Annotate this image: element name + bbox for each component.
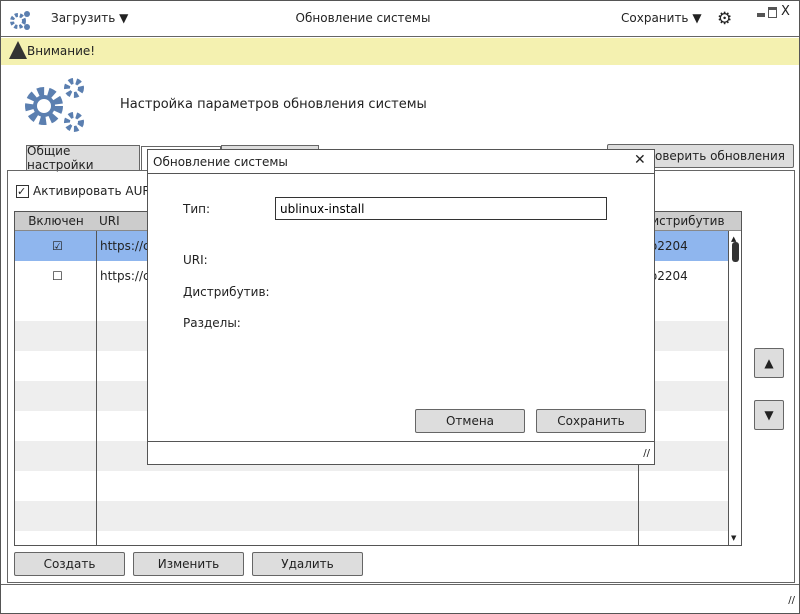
minimize-icon[interactable] — [757, 13, 765, 17]
col-divider — [96, 231, 97, 545]
tab-label: Общие настройки — [27, 144, 94, 172]
move-down-button[interactable]: ▼ — [754, 400, 784, 430]
save-menu[interactable]: Сохранить ▼ — [621, 11, 702, 25]
aur-label: Активировать AUR — [33, 184, 151, 198]
tab-general[interactable]: Общие настройки — [26, 144, 140, 172]
window-title: Обновление системы — [295, 11, 431, 25]
col-uri[interactable]: URI — [99, 214, 120, 228]
edit-button[interactable]: Изменить — [133, 552, 244, 576]
resize-grip-icon[interactable]: // — [788, 595, 795, 606]
dialog-close-icon[interactable]: ✕ — [634, 152, 646, 168]
move-up-button[interactable]: ▲ — [754, 348, 784, 378]
enabled-checkbox-unchecked[interactable]: ☐ — [15, 261, 97, 291]
col-enabled[interactable]: Включен — [15, 214, 97, 228]
type-input[interactable] — [275, 197, 607, 220]
header-title: Настройка параметров обновления системы — [120, 97, 427, 112]
dialog-save-button[interactable]: Сохранить — [536, 409, 646, 433]
warning-icon — [9, 41, 27, 59]
aur-checkbox[interactable]: ✓ Активировать AUR — [16, 184, 151, 198]
header-gears-icon — [25, 78, 84, 132]
dist-label: Дистрибутив: — [183, 285, 270, 299]
warning-bar: Внимание! — [1, 38, 799, 65]
enabled-checkbox-checked[interactable]: ☑ — [15, 231, 97, 261]
chevron-down-icon: ▼ — [692, 11, 702, 25]
type-label: Тип: — [183, 202, 211, 216]
settings-gear-icon[interactable]: ⚙ — [717, 9, 732, 29]
dialog-title: Обновление системы — [153, 155, 288, 169]
uri-cell: https://c — [100, 239, 150, 253]
warning-text: Внимание! — [27, 44, 96, 58]
table-scrollbar[interactable]: ▲ ▼ — [728, 231, 741, 545]
dialog-title-bar: Обновление системы ✕ — [148, 150, 654, 174]
sections-label: Разделы: — [183, 316, 241, 330]
scroll-thumb[interactable] — [732, 242, 739, 262]
triangle-up-icon: ▲ — [764, 356, 774, 370]
create-button[interactable]: Создать — [14, 552, 125, 576]
title-bar: Загрузить ▼ Обновление системы Сохранить… — [1, 1, 799, 37]
close-icon[interactable]: X — [781, 4, 790, 19]
save-menu-label: Сохранить — [621, 11, 689, 25]
edit-dialog: Обновление системы ✕ Тип: URI: Дистрибут… — [147, 149, 655, 465]
status-bar: // — [1, 584, 799, 613]
checkbox-checked-icon: ✓ — [16, 184, 29, 198]
uri-cell: https://c — [100, 269, 150, 283]
dialog-cancel-button[interactable]: Отмена — [415, 409, 525, 433]
maximize-icon[interactable] — [768, 7, 777, 18]
dialog-status-bar: // — [148, 441, 654, 464]
uri-label: URI: — [183, 253, 208, 267]
resize-grip-icon[interactable]: // — [643, 448, 650, 459]
scroll-down-icon[interactable]: ▼ — [731, 534, 736, 542]
delete-button[interactable]: Удалить — [252, 552, 363, 576]
check-updates-label: Проверить обновления — [638, 149, 785, 163]
triangle-down-icon: ▼ — [764, 408, 774, 422]
